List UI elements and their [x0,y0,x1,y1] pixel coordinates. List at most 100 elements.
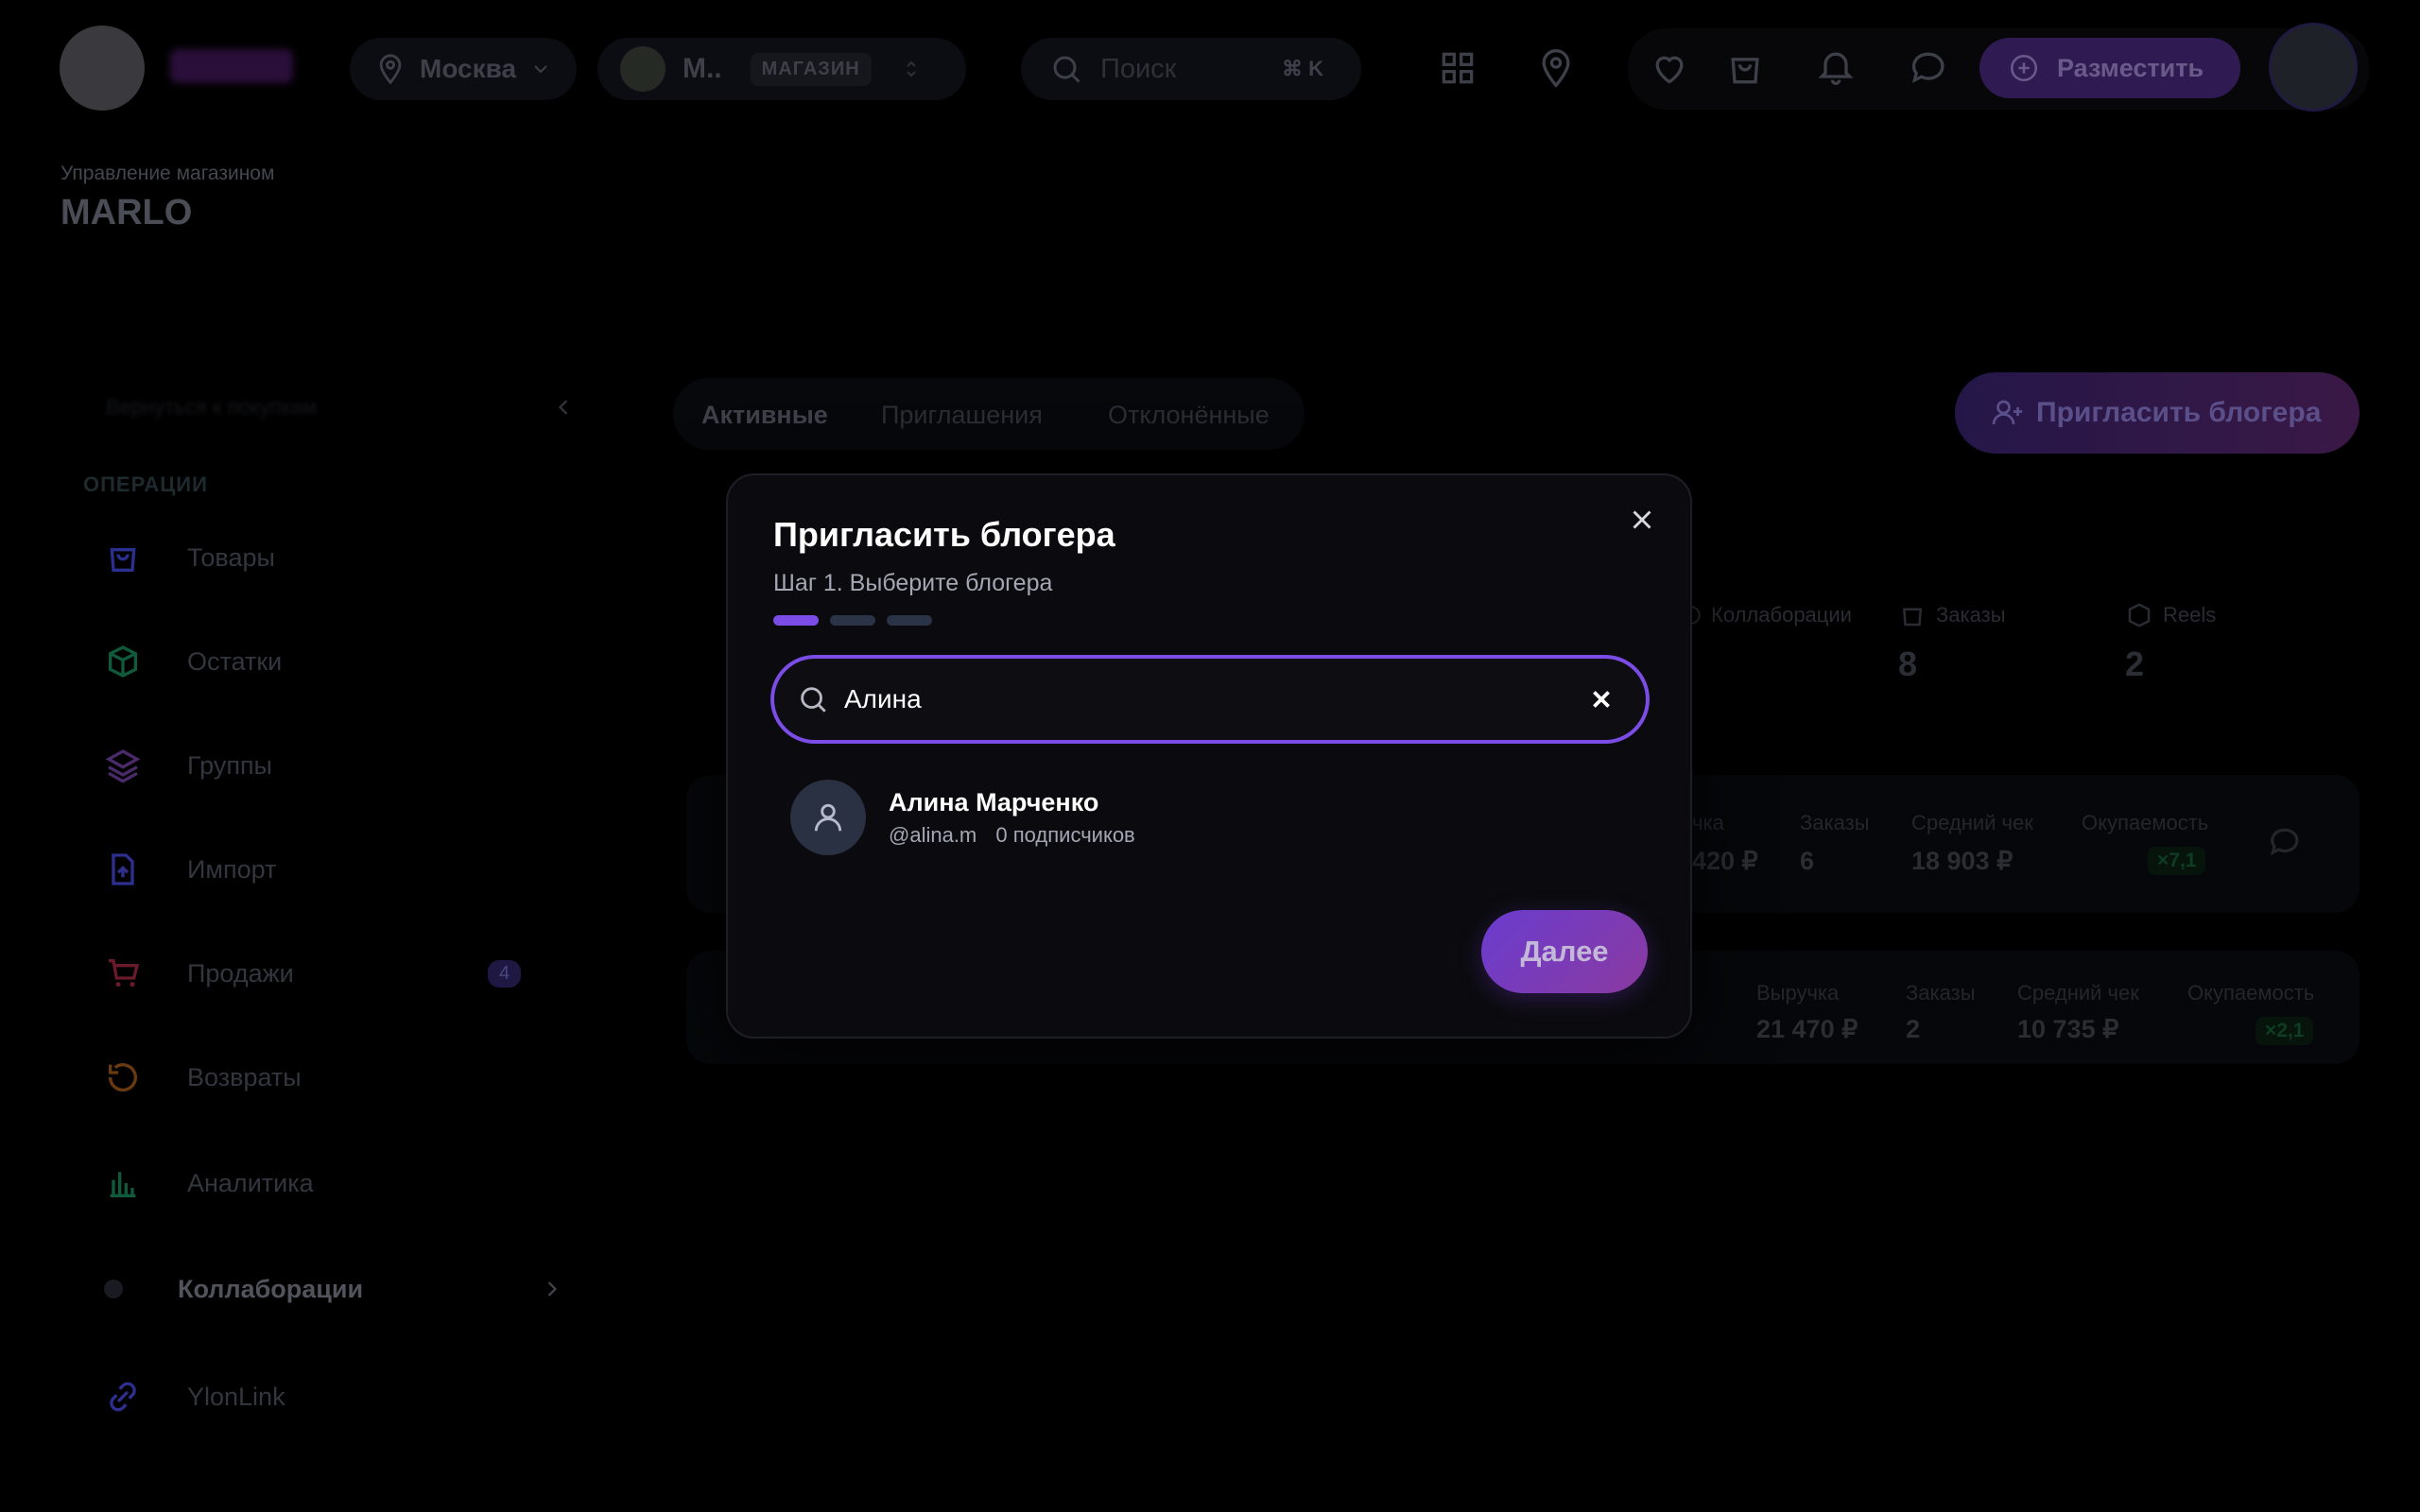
row2-revenue-value: 21 470 ₽ [1756,1015,1858,1043]
row2-orders-value: 2 [1906,1015,1921,1043]
heart-icon[interactable] [1649,47,1690,89]
row1-avg-value: 18 903 ₽ [1911,847,2014,875]
row2-payback-badge: ×2,1 [2256,1017,2314,1045]
next-button[interactable]: Далее [1481,910,1648,993]
blogger-info: Алина Марченко @alina.m 0 подписчиков [889,788,1135,848]
sidebar-item-7[interactable]: Коллаборации [95,1261,577,1317]
shopping-bag-icon[interactable] [1724,47,1766,89]
search-icon [1053,56,1080,83]
chevron-right-icon [547,1281,558,1297]
tab-invitations[interactable]: Приглашения [881,401,1043,430]
refresh-icon [108,1063,137,1092]
search-shortcut: ⌘ K [1282,57,1323,80]
sidebar-item-6[interactable]: Аналитика [104,1155,314,1211]
bar-chart-icon [110,1172,136,1197]
row1-revenue-value: 420 ₽ [1692,847,1758,875]
logo-text [170,49,293,83]
row1-avg-label: Средний чек [1911,811,2033,834]
step-2-indicator [830,615,875,626]
handshake-icon [104,1280,123,1298]
blogger-search-field[interactable]: Алина [770,655,1650,744]
user-plus-icon [1992,400,2022,425]
sidebar-section-label: ОПЕРАЦИИ [83,472,208,496]
modal-title: Пригласить блогера [773,515,1115,554]
sidebar-item-3[interactable]: Импорт [104,841,276,898]
bag-icon [1902,608,1923,627]
post-button[interactable]: Разместить [1979,38,2240,98]
store-selector[interactable]: М.. МАГАЗИН [597,38,966,100]
city-selector[interactable]: Москва [350,38,577,100]
blogger-followers: 0 подписчиков [995,822,1135,847]
sidebar-item-label: Коллаборации [178,1274,364,1303]
file-upload-icon [112,853,134,885]
sidebar-item-5[interactable]: Возвраты [104,1049,302,1106]
next-button-label: Далее [1520,935,1609,968]
search-placeholder: Поиск [1100,53,1177,84]
stat-reels-label: Reels [2125,601,2216,629]
invite-blogger-modal: Пригласить блогера Шаг 1. Выберите блоге… [726,473,1692,1039]
blogger-handle: @alina.m [889,822,977,847]
chevron-down-icon [534,65,547,74]
sidebar-item-8[interactable]: YlonLink [104,1368,285,1425]
row2-revenue-label: Выручка [1756,981,1840,1005]
blogger-result-item[interactable]: Алина Марченко @alina.m 0 подписчиков [790,778,1622,857]
step-progress [773,615,932,626]
sidebar-item-label: Аналитика [187,1168,314,1197]
sidebar-item-label: YlonLink [187,1382,285,1411]
sidebar-item-label: Группы [187,750,272,780]
link-icon [110,1382,136,1412]
back-to-shopping[interactable]: Вернуться к покупкам [95,391,577,423]
bag-icon [110,548,136,572]
stat-collab-label: Коллаборации [1679,603,1852,627]
search-bar[interactable]: Поиск ⌘ K [1021,38,1361,100]
row1-payback-badge: ×7,1 [2148,847,2206,875]
bell-icon[interactable] [1815,45,1857,87]
tab-declined[interactable]: Отклонённые [1108,401,1270,430]
row2-avg-value: 10 735 ₽ [2017,1015,2119,1043]
logo[interactable] [60,26,145,111]
store-badge: МАГАЗИН [750,52,872,86]
blogger-meta: @alina.m 0 подписчиков [889,823,1135,848]
row2-avg-label: Средний чек [2017,981,2139,1005]
invite-blogger-button[interactable]: Пригласить блогера [1955,372,2360,454]
sidebar-item-4[interactable]: Продажи 4 [104,945,522,1002]
sidebar-item-0[interactable]: Товары [104,529,275,586]
user-icon [814,803,842,832]
clear-search-icon[interactable] [1589,687,1614,712]
chevron-left-icon[interactable] [550,394,577,421]
sidebar-item-label: Продажи [187,958,294,988]
sidebar-item-2[interactable]: Группы [104,737,272,794]
map-pin-icon[interactable] [1535,47,1577,89]
cart-icon [109,959,140,988]
stat-reels-value: 2 [2125,644,2145,683]
invite-blogger-label: Пригласить блогера [2036,397,2322,428]
stat-orders-value: 8 [1898,644,1918,683]
city-label: Москва [420,54,517,83]
row1-orders-label: Заказы [1800,811,1870,834]
close-icon[interactable] [1626,504,1658,536]
sidebar-item-badge: 4 [488,959,522,988]
row1-revenue-label: чка [1692,811,1724,834]
row2-payback-label: Окупаемость [2187,981,2315,1005]
blogger-avatar [790,780,866,855]
page-title: MARLO [60,193,193,232]
user-avatar[interactable] [2269,23,2358,112]
post-button-label: Разместить [2057,53,2204,82]
step-1-indicator [773,615,819,626]
location-pin-icon [379,54,402,85]
row1-orders-value: 6 [1800,847,1815,875]
plus-circle-icon [2010,54,2038,82]
row2-orders-label: Заказы [1906,981,1976,1005]
blogger-name: Алина Марченко [889,787,1099,816]
sidebar-item-label: Остатки [187,646,283,676]
row1-chat-icon[interactable] [2267,824,2303,860]
chat-icon[interactable] [1908,47,1949,89]
sidebar-item-label: Возвраты [187,1062,302,1091]
grid-icon[interactable] [1437,47,1478,89]
store-avatar [620,46,666,92]
blogger-search-input[interactable]: Алина [844,684,922,714]
tab-active[interactable]: Активные [701,401,828,430]
sidebar-item-1[interactable]: Остатки [104,633,282,690]
stat-orders-label: Заказы [1898,601,2006,629]
page-subtitle: Управление магазином [60,163,275,184]
